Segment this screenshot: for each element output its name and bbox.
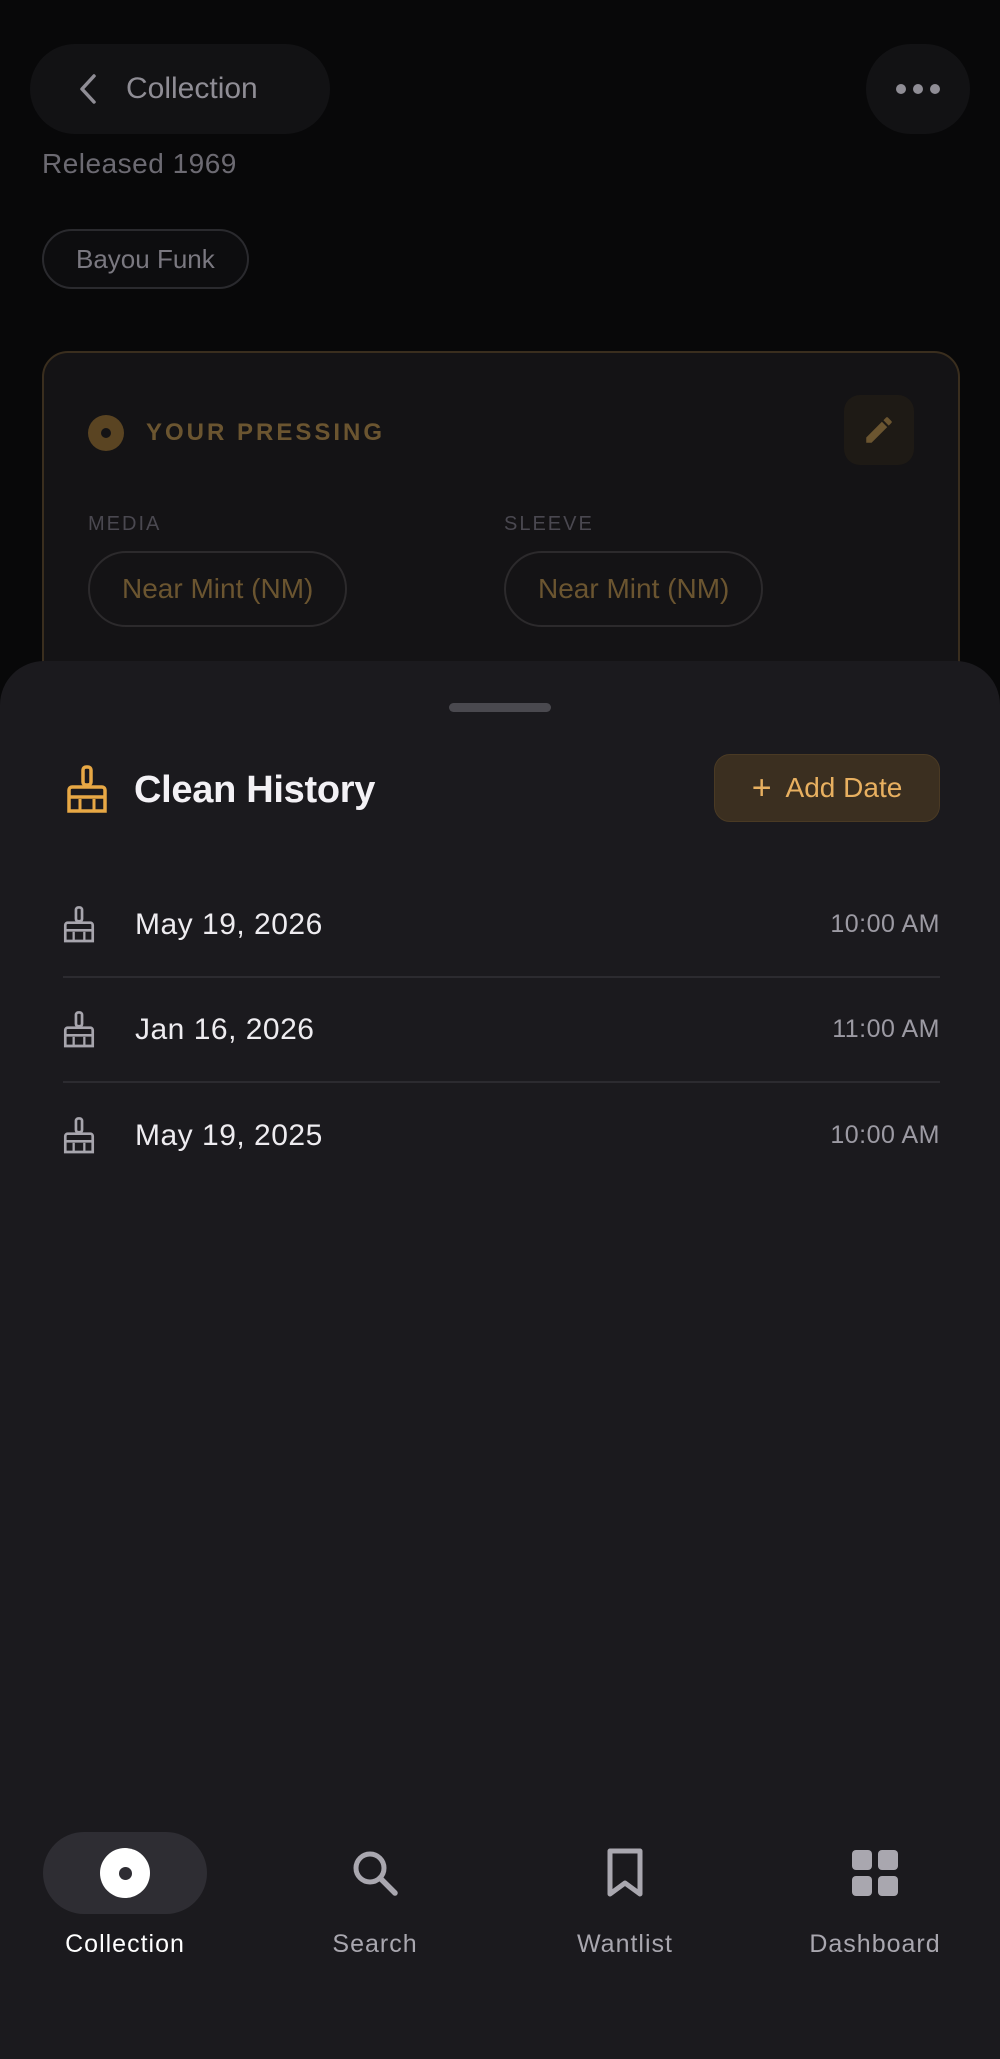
pressing-header: YOUR PRESSING xyxy=(88,415,385,451)
nav-dashboard[interactable]: Dashboard xyxy=(775,1832,975,1982)
screen: Released 1969 Bayou Funk YOUR PRESSING M… xyxy=(0,0,1000,2059)
grid-icon xyxy=(852,1850,898,1896)
nav-icon-container xyxy=(543,1832,707,1914)
broom-icon xyxy=(63,1116,97,1156)
nav-search[interactable]: Search xyxy=(275,1832,475,1982)
history-time: 11:00 AM xyxy=(832,1015,940,1043)
more-dot xyxy=(930,84,940,94)
more-options-button[interactable] xyxy=(866,44,970,134)
nav-label: Dashboard xyxy=(809,1930,941,1958)
history-date: May 19, 2026 xyxy=(135,907,323,941)
more-dot xyxy=(913,84,923,94)
nav-icon-container xyxy=(293,1832,457,1914)
search-icon xyxy=(353,1851,398,1896)
bookmark-icon xyxy=(607,1848,643,1897)
vinyl-icon xyxy=(88,415,124,451)
top-bar: Collection xyxy=(0,0,1000,150)
media-grade-chip[interactable]: Near Mint (NM) xyxy=(88,551,348,627)
history-item[interactable]: Jan 16, 2026 11:00 AM xyxy=(63,978,940,1083)
pressing-card: YOUR PRESSING MEDIA Near Mint (NM) SLEEV… xyxy=(42,351,960,691)
sheet-drag-handle[interactable] xyxy=(449,703,551,712)
history-time: 10:00 AM xyxy=(830,1121,940,1149)
more-dots-icon xyxy=(896,84,906,94)
media-label: MEDIA xyxy=(88,513,162,535)
broom-icon xyxy=(63,1010,97,1050)
nav-label: Collection xyxy=(65,1930,185,1958)
history-time: 10:00 AM xyxy=(830,910,940,938)
plus-icon: + xyxy=(751,769,772,807)
nav-icon-container xyxy=(43,1832,207,1914)
history-item[interactable]: May 19, 2025 10:00 AM xyxy=(63,1083,940,1188)
nav-collection[interactable]: Collection xyxy=(25,1832,225,1982)
back-button[interactable]: Collection xyxy=(30,44,330,134)
pencil-icon xyxy=(866,417,892,443)
broom-icon xyxy=(63,905,97,945)
nav-label: Wantlist xyxy=(577,1930,673,1958)
sheet-header: Clean History + Add Date xyxy=(66,754,940,831)
nav-icon-container xyxy=(793,1832,957,1914)
sleeve-label: SLEEVE xyxy=(504,513,594,535)
back-title: Collection xyxy=(126,72,258,105)
history-date: May 19, 2025 xyxy=(135,1118,323,1152)
edit-pressing-button[interactable] xyxy=(844,395,914,465)
pressing-title: YOUR PRESSING xyxy=(146,419,386,446)
history-list: May 19, 2026 10:00 AM Jan 16, 2026 11:00… xyxy=(63,873,940,1188)
bottom-navigation: Collection Search Wantlist Dashboard xyxy=(0,1820,1000,2059)
history-date: Jan 16, 2026 xyxy=(135,1012,315,1046)
add-date-label: Add Date xyxy=(785,772,903,803)
broom-icon xyxy=(67,765,107,813)
add-date-button[interactable]: + Add Date xyxy=(714,754,940,822)
nav-label: Search xyxy=(332,1930,418,1958)
genre-chip[interactable]: Bayou Funk xyxy=(42,229,249,289)
sheet-title: Clean History xyxy=(134,769,376,811)
chevron-left-icon xyxy=(80,74,96,104)
nav-wantlist[interactable]: Wantlist xyxy=(525,1832,725,1982)
history-item[interactable]: May 19, 2026 10:00 AM xyxy=(63,873,940,978)
vinyl-icon xyxy=(100,1848,150,1898)
sleeve-grade-chip[interactable]: Near Mint (NM) xyxy=(504,551,764,627)
release-year: Released 1969 xyxy=(42,148,237,179)
